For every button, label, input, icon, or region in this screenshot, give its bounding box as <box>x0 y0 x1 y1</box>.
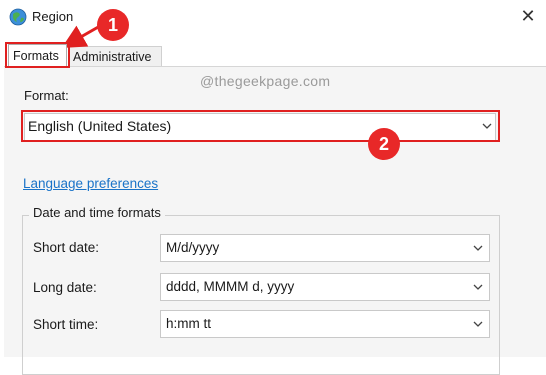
tab-formats[interactable]: Formats <box>8 44 67 66</box>
group-title: Date and time formats <box>29 205 165 220</box>
format-label: Format: <box>24 88 69 103</box>
globe-icon <box>9 8 27 26</box>
chevron-down-icon <box>471 277 485 297</box>
short-date-value: M/d/yyyy <box>166 240 220 255</box>
language-preferences-link[interactable]: Language preferences <box>23 176 158 191</box>
short-time-value: h:mm tt <box>166 316 212 331</box>
close-icon[interactable]: ✕ <box>516 4 540 28</box>
long-date-value: dddd, MMMM d, yyyy <box>166 279 295 294</box>
short-date-label: Short date: <box>33 240 100 255</box>
step-badge-2: 2 <box>368 128 400 160</box>
watermark: @thegeekpage.com <box>200 73 331 89</box>
chevron-down-icon <box>471 238 485 258</box>
chevron-down-icon <box>471 314 485 334</box>
short-time-label: Short time: <box>33 317 99 332</box>
long-date-label: Long date: <box>33 280 97 295</box>
step-badge-1: 1 <box>97 9 129 41</box>
format-dropdown-value: English (United States) <box>28 118 172 134</box>
chevron-down-icon <box>480 116 494 136</box>
